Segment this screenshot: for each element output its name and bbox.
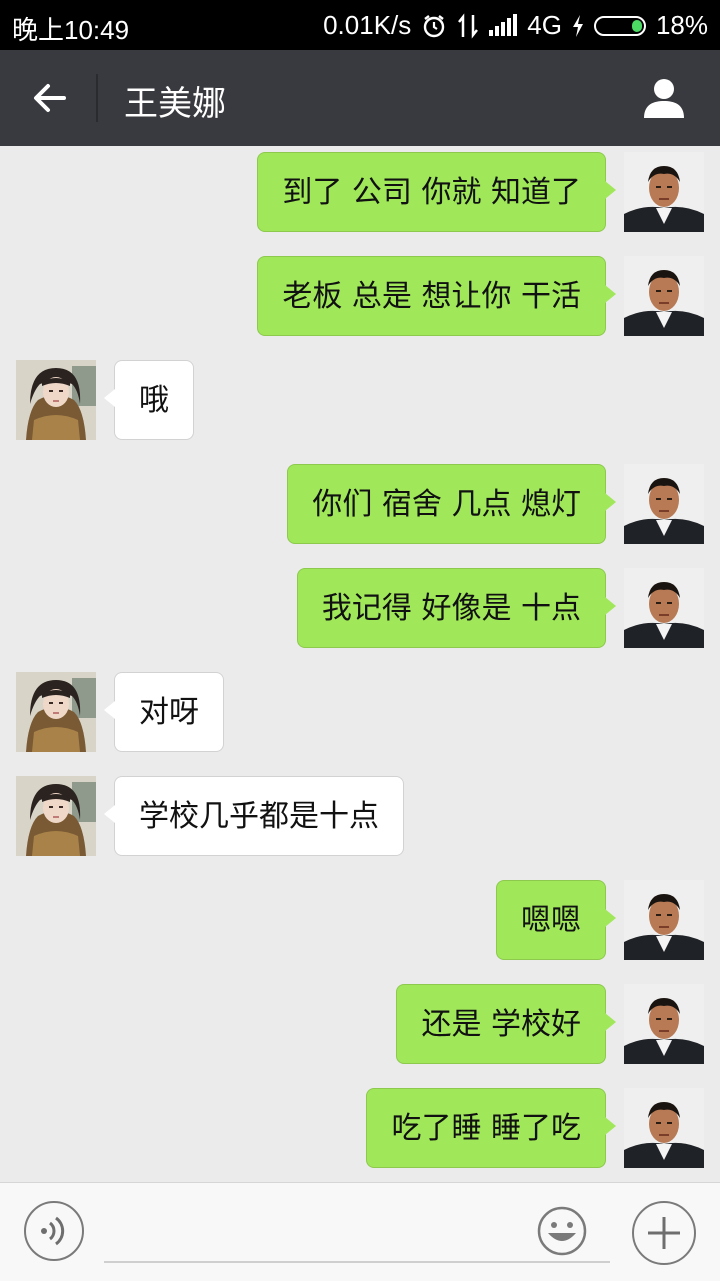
my-avatar[interactable] bbox=[624, 464, 704, 544]
alarm-icon bbox=[424, 14, 445, 37]
emoji-button[interactable] bbox=[536, 1205, 588, 1257]
my-avatar[interactable] bbox=[624, 880, 704, 960]
message-bubble[interactable]: 学校几乎都是十点 bbox=[104, 776, 404, 856]
message-input[interactable] bbox=[104, 1203, 610, 1263]
message-list[interactable]: 到了 公司 你就 知道了 老板 总是 想让你 干活哦你们 宿舍 几点 熄灯我记得 … bbox=[0, 146, 720, 1182]
person-icon bbox=[644, 79, 684, 118]
contact-avatar[interactable] bbox=[16, 672, 96, 752]
contact-avatar[interactable] bbox=[16, 360, 96, 440]
network-type: 4G bbox=[527, 10, 562, 40]
message-row-sent: 到了 公司 你就 知道了 bbox=[0, 152, 720, 232]
profile-button[interactable] bbox=[634, 68, 694, 128]
my-avatar[interactable] bbox=[624, 1088, 704, 1168]
message-bubble[interactable]: 哦 bbox=[104, 360, 194, 440]
message-bubble[interactable]: 吃了睡 睡了吃 bbox=[366, 1088, 616, 1168]
contact-avatar[interactable] bbox=[16, 776, 96, 856]
input-bar bbox=[0, 1182, 720, 1281]
message-row-received: 学校几乎都是十点 bbox=[0, 776, 720, 856]
chat-header: 王美娜 bbox=[0, 50, 720, 146]
status-icons: 0.01K/s 4G 18% bbox=[323, 10, 708, 41]
charging-icon bbox=[572, 14, 583, 37]
battery-percent: 18% bbox=[655, 10, 708, 40]
my-avatar[interactable] bbox=[624, 568, 704, 648]
battery-icon bbox=[593, 15, 646, 36]
message-bubble[interactable]: 对呀 bbox=[104, 672, 224, 752]
message-bubble[interactable]: 还是 学校好 bbox=[396, 984, 616, 1064]
message-bubble[interactable]: 到了 公司 你就 知道了 bbox=[257, 152, 616, 232]
status-bar: 晚上10:49 0.01K/s 4G 18% bbox=[0, 0, 720, 50]
my-avatar[interactable] bbox=[624, 256, 704, 336]
network-speed: 0.01K/s bbox=[323, 10, 412, 40]
plus-icon bbox=[648, 1217, 680, 1249]
smiley-icon bbox=[537, 1206, 587, 1256]
message-row-sent: 嗯嗯 bbox=[0, 880, 720, 960]
voice-icon bbox=[41, 1216, 65, 1246]
message-row-sent: 还是 学校好 bbox=[0, 984, 720, 1064]
voice-button[interactable] bbox=[24, 1201, 84, 1261]
data-transfer-icon bbox=[458, 12, 479, 39]
chat-title: 王美娜 bbox=[124, 84, 226, 124]
message-row-sent: 你们 宿舍 几点 熄灯 bbox=[0, 464, 720, 544]
message-row-received: 对呀 bbox=[0, 672, 720, 752]
back-button[interactable] bbox=[20, 68, 80, 128]
message-row-sent: 吃了睡 睡了吃 bbox=[0, 1088, 720, 1168]
more-button[interactable] bbox=[632, 1201, 696, 1265]
message-bubble[interactable]: 你们 宿舍 几点 熄灯 bbox=[287, 464, 616, 544]
arrow-left-icon bbox=[34, 84, 66, 112]
message-bubble[interactable]: 老板 总是 想让你 干活 bbox=[257, 256, 616, 336]
header-divider bbox=[96, 74, 98, 122]
message-row-sent: 我记得 好像是 十点 bbox=[0, 568, 720, 648]
status-time: 晚上10:49 bbox=[12, 15, 130, 45]
message-bubble[interactable]: 嗯嗯 bbox=[496, 880, 616, 960]
signal-icon bbox=[489, 13, 518, 36]
my-avatar[interactable] bbox=[624, 984, 704, 1064]
message-row-received: 哦 bbox=[0, 360, 720, 440]
my-avatar[interactable] bbox=[624, 152, 704, 232]
message-bubble[interactable]: 我记得 好像是 十点 bbox=[296, 568, 617, 648]
message-row-sent: 老板 总是 想让你 干活 bbox=[0, 256, 720, 336]
